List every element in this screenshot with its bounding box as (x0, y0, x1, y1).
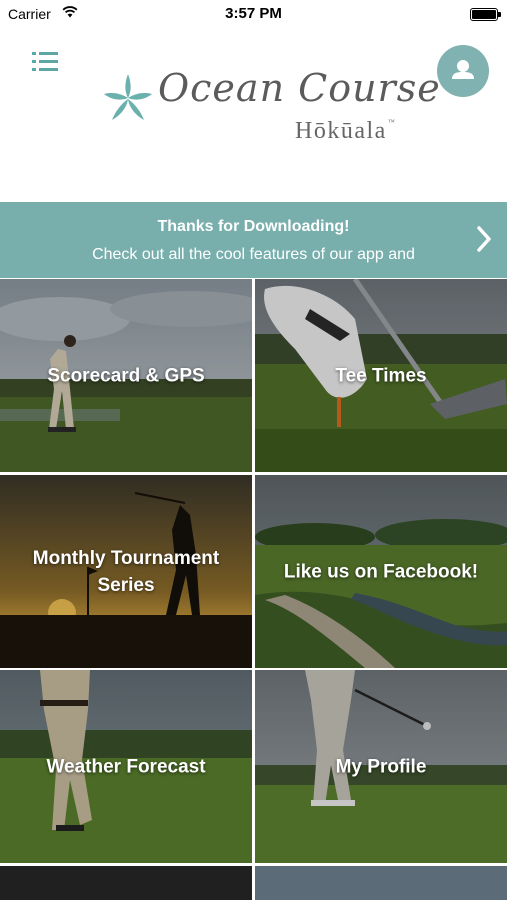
tile-my-profile[interactable]: My Profile (255, 670, 507, 863)
tile-label: Tee Times (335, 365, 427, 386)
tile-monthly-tournament[interactable]: Monthly Tournament Series (0, 475, 252, 668)
tile-label: Like us on Facebook! (283, 561, 479, 582)
menu-button[interactable] (28, 46, 62, 78)
flower-logo-icon (104, 74, 152, 120)
banner-title: Thanks for Downloading! (157, 218, 350, 235)
tile-label: Scorecard & GPS (47, 365, 205, 386)
chevron-right-icon (477, 226, 491, 252)
tile-row-partial-right[interactable] (255, 866, 507, 900)
tile-row-partial-left[interactable] (0, 866, 252, 900)
app-header: Ocean Course Hōkūala™ (0, 28, 507, 202)
banner-text: Check out all the cool features of our a… (92, 246, 415, 263)
tile-tee-times[interactable]: Tee Times (255, 279, 507, 472)
tile-label: Monthly Tournament Series (32, 547, 220, 596)
logo-subtitle: Hōkūala™ (295, 118, 397, 144)
tile-weather-forecast[interactable]: Weather Forecast (0, 670, 252, 863)
ocean-course-logo: Ocean Course Hōkūala™ (100, 66, 440, 166)
welcome-banner[interactable]: Thanks for Downloading! Check out all th… (0, 202, 507, 278)
list-icon (32, 52, 58, 71)
battery-icon (470, 8, 501, 21)
tile-facebook[interactable]: Like us on Facebook! (255, 475, 507, 668)
tile-scorecard-gps[interactable]: Scorecard & GPS (0, 279, 252, 472)
profile-button[interactable] (437, 45, 489, 97)
tile-label: My Profile (335, 756, 427, 777)
clock: 3:57 PM (225, 5, 282, 22)
status-bar: Carrier 3:57 PM (0, 0, 507, 28)
user-icon (452, 60, 474, 79)
tile-label: Weather Forecast (46, 756, 206, 777)
logo-title: Ocean Course (158, 66, 441, 110)
